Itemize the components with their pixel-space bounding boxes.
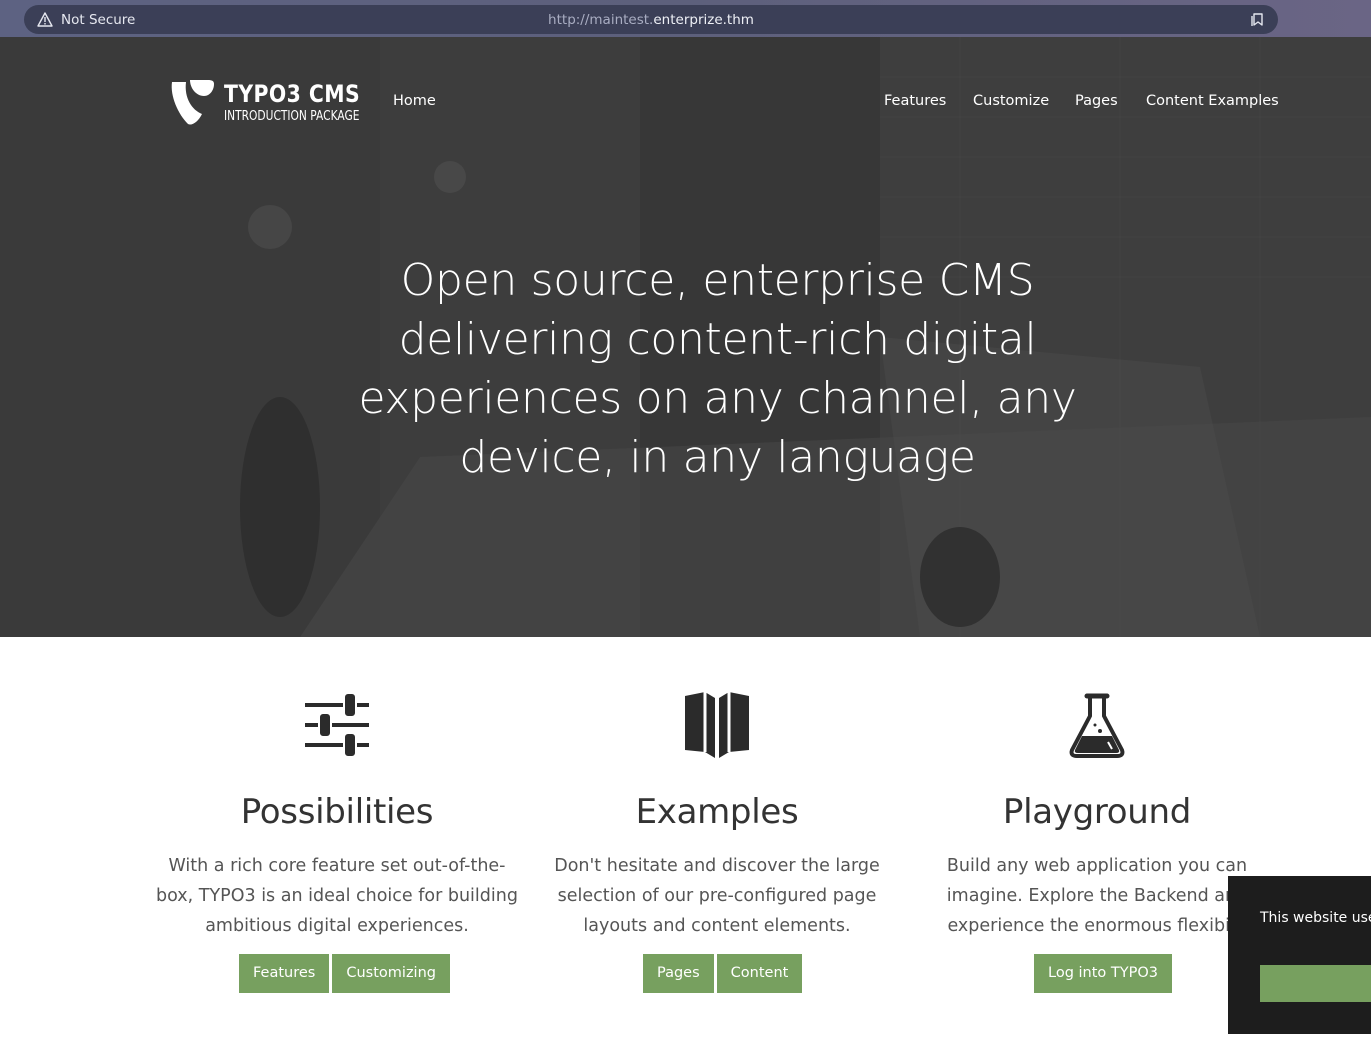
- playground-buttons: Log into TYPO3: [1034, 954, 1172, 993]
- logo-title: TYPO3 CMS: [224, 80, 361, 108]
- feature-text: With a rich core feature set out-of-the-…: [156, 856, 518, 936]
- bookmark-icon[interactable]: [1249, 12, 1265, 27]
- features-button[interactable]: Features: [239, 954, 330, 993]
- address-bar[interactable]: Not Secure http://maintest.enterprize.th…: [24, 5, 1278, 34]
- feature-title: Playground: [1002, 792, 1192, 832]
- browser-toolbar: Not Secure http://maintest.enterprize.th…: [0, 0, 1371, 37]
- hero-banner: TYPO3 CMS INTRODUCTION PACKAGE Home Feat…: [0, 37, 1371, 637]
- feature-possibilities: Possibilities With a rich core feature s…: [147, 690, 527, 941]
- nav-customize[interactable]: Customize: [973, 93, 1049, 109]
- feature-examples: Examples Don't hesitate and discover the…: [527, 690, 907, 941]
- url-host: enterprize.thm: [653, 12, 754, 28]
- examples-buttons: Pages Content: [643, 954, 803, 993]
- cookie-banner: This website use best experience o: [1228, 876, 1371, 1034]
- flask-icon: [1069, 693, 1125, 758]
- customizing-button[interactable]: Customizing: [332, 954, 450, 993]
- url-text[interactable]: http://maintest.enterprize.thm: [24, 12, 1278, 28]
- nav-home[interactable]: Home: [393, 93, 436, 109]
- nav-content-examples[interactable]: Content Examples: [1146, 93, 1279, 109]
- sliders-icon: [305, 692, 369, 758]
- pages-button[interactable]: Pages: [643, 954, 714, 993]
- typo3-logo-icon: [171, 80, 214, 125]
- url-prefix: http://maintest.: [548, 12, 654, 28]
- content-button[interactable]: Content: [716, 954, 803, 993]
- feature-title: Examples: [635, 792, 799, 832]
- login-typo3-button[interactable]: Log into TYPO3: [1034, 954, 1172, 993]
- cookie-message: This website use best experience o: [1260, 910, 1371, 926]
- nav-features[interactable]: Features: [884, 93, 946, 109]
- nav-pages[interactable]: Pages: [1075, 93, 1118, 109]
- book-icon: [685, 692, 749, 758]
- feature-text: Don't hesitate and discover the large se…: [554, 856, 880, 936]
- feature-title: Possibilities: [240, 792, 434, 832]
- cookie-accept-button[interactable]: [1260, 965, 1371, 1002]
- logo-subtitle: INTRODUCTION PACKAGE: [224, 109, 360, 124]
- possibilities-buttons: Features Customizing: [239, 954, 450, 993]
- hero-headline: Open source, enterprise CMS delivering c…: [358, 255, 1077, 483]
- site-logo[interactable]: TYPO3 CMS INTRODUCTION PACKAGE: [168, 78, 361, 126]
